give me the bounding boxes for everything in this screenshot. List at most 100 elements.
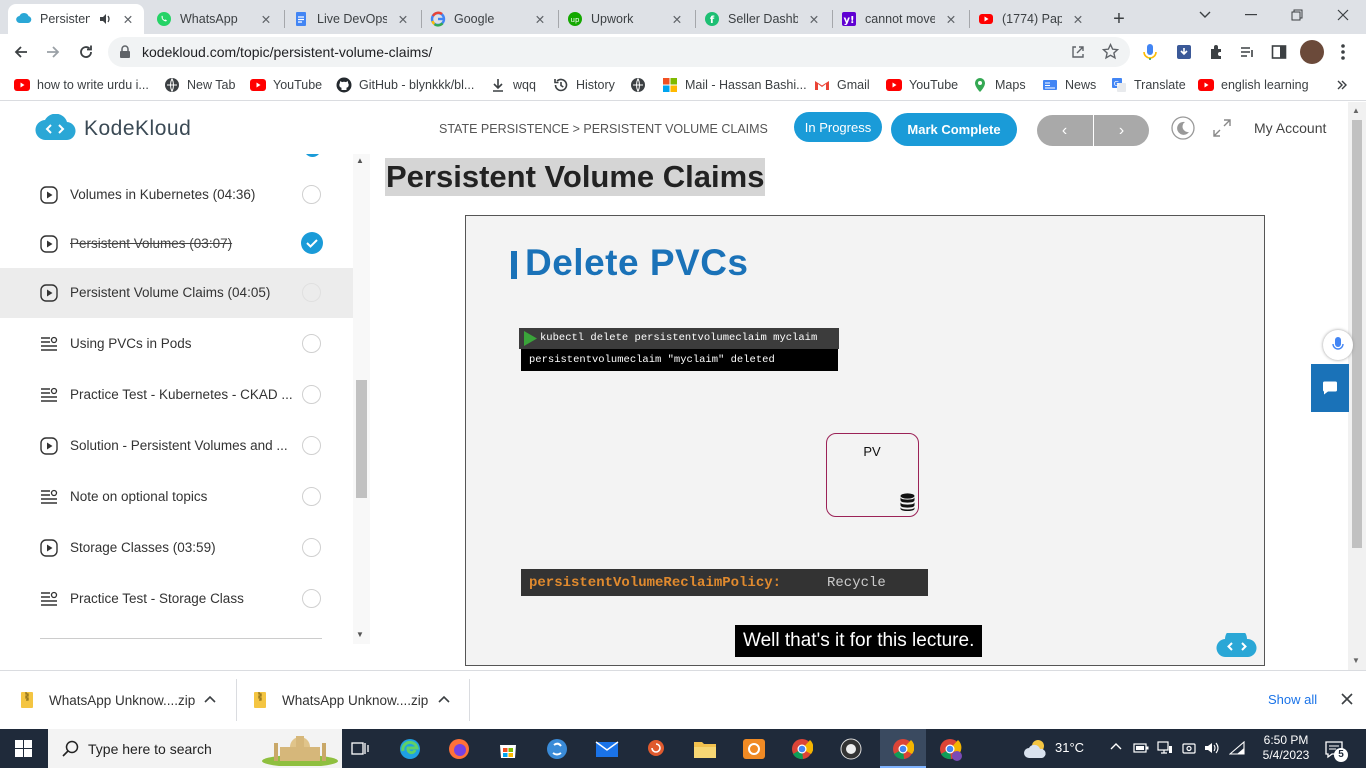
- network-icon[interactable]: [1157, 741, 1173, 755]
- bookmark-item[interactable]: english learning: [1198, 76, 1309, 94]
- close-icon[interactable]: ✕: [120, 11, 136, 27]
- download-options-chevron-icon[interactable]: [438, 695, 450, 703]
- share-icon[interactable]: [1070, 44, 1086, 60]
- sidebar-item-practice-test-storage-class[interactable]: Practice Test - Storage Class: [0, 574, 353, 623]
- close-icon[interactable]: ✕: [258, 11, 274, 27]
- forward-arrow-icon[interactable]: [38, 36, 68, 68]
- bookmark-item[interactable]: YouTube: [250, 76, 322, 94]
- show-all-downloads-link[interactable]: Show all: [1268, 692, 1317, 707]
- tab-search-chevron-icon[interactable]: [1182, 0, 1228, 30]
- completed-check-icon[interactable]: [301, 232, 323, 254]
- address-bar[interactable]: kodekloud.com/topic/persistent-volume-cl…: [108, 37, 1130, 67]
- bookmark-item[interactable]: History: [553, 76, 615, 94]
- extensions-puzzle-icon[interactable]: [1208, 44, 1224, 60]
- bookmark-item[interactable]: Mail - Hassan Bashi...: [662, 76, 807, 94]
- bookmark-star-icon[interactable]: [1102, 43, 1119, 60]
- scroll-down-arrow-icon[interactable]: ▼: [1352, 656, 1360, 665]
- sidebar-item-volumes-in-kubernetes[interactable]: Volumes in Kubernetes (04:36): [0, 170, 353, 219]
- wifi-icon[interactable]: [1229, 741, 1245, 755]
- sidebar-item-note-optional-topics[interactable]: Note on optional topics: [0, 472, 353, 521]
- voice-assistant-microphone-icon[interactable]: [1323, 330, 1353, 360]
- tab-youtube[interactable]: (1774) Papa J ✕: [970, 4, 1094, 34]
- camera-icon[interactable]: [1181, 741, 1197, 755]
- logo-text[interactable]: KodeKloud: [84, 117, 191, 141]
- menu-dots-icon[interactable]: [1336, 42, 1350, 62]
- vlc-settings-icon[interactable]: [742, 738, 766, 760]
- fullscreen-expand-icon[interactable]: [1213, 119, 1231, 137]
- minimize-icon[interactable]: [1228, 0, 1274, 30]
- edge-browser-icon[interactable]: [399, 738, 421, 760]
- task-view-icon[interactable]: [351, 740, 369, 757]
- sidebar-item-practice-test-ckad[interactable]: Practice Test - Kubernetes - CKAD ...: [0, 370, 353, 419]
- sidebar-scroll-down-icon[interactable]: ▼: [356, 630, 364, 639]
- windows-start-icon[interactable]: [15, 740, 32, 757]
- clock[interactable]: 6:50 PM 5/4/2023: [1258, 733, 1314, 763]
- lock-icon[interactable]: [119, 45, 131, 59]
- incomplete-circle[interactable]: [302, 589, 321, 608]
- incomplete-circle[interactable]: [302, 538, 321, 557]
- sidebar-item-persistent-volume-claims[interactable]: Persistent Volume Claims (04:05): [0, 268, 353, 318]
- firefox-icon[interactable]: [448, 738, 470, 760]
- sidebar-item-storage-classes[interactable]: Storage Classes (03:59): [0, 523, 353, 572]
- tab-whatsapp[interactable]: WhatsApp ✕: [148, 4, 282, 34]
- incomplete-circle[interactable]: [302, 334, 321, 353]
- bookmark-item[interactable]: how to write urdu i...: [14, 76, 149, 94]
- chrome-icon[interactable]: [791, 738, 813, 760]
- bookmark-item[interactable]: Maps: [972, 76, 1026, 94]
- bookmarks-overflow-icon[interactable]: [1336, 76, 1348, 94]
- bookmark-item[interactable]: YouTube: [886, 76, 958, 94]
- bookmark-item[interactable]: [630, 76, 653, 94]
- tab-persistent[interactable]: Persistent ✕: [8, 4, 144, 34]
- sidebar-item-persistent-volumes[interactable]: Persistent Volumes (03:07): [0, 219, 353, 268]
- sidebar-scrollbar-thumb[interactable]: [356, 380, 367, 498]
- mark-complete-button[interactable]: Mark Complete: [891, 113, 1017, 146]
- microsoft-store-icon[interactable]: [497, 738, 519, 760]
- download-extension-icon[interactable]: [1176, 44, 1192, 60]
- bookmark-item[interactable]: wqq: [490, 76, 536, 94]
- tab-upwork[interactable]: up Upwork ✕: [559, 4, 693, 34]
- incomplete-circle[interactable]: [302, 436, 321, 455]
- mail-icon[interactable]: [595, 738, 619, 760]
- close-icon[interactable]: ✕: [395, 11, 411, 27]
- volume-speaker-icon[interactable]: [1204, 741, 1220, 755]
- bookmark-item[interactable]: GitHub - blynkkk/bl...: [336, 76, 474, 94]
- hidden-icons-chevron-icon[interactable]: [1110, 742, 1122, 750]
- close-icon[interactable]: ✕: [1070, 11, 1086, 27]
- download-options-chevron-icon[interactable]: [204, 695, 216, 703]
- chat-support-icon[interactable]: [1311, 364, 1349, 412]
- close-icon[interactable]: ✕: [943, 11, 959, 27]
- close-icon[interactable]: ✕: [532, 11, 548, 27]
- page-scrollbar[interactable]: ▲ ▼: [1348, 102, 1366, 670]
- previous-lesson-button[interactable]: ‹: [1037, 115, 1092, 146]
- sidebar-scroll-up-icon[interactable]: ▲: [356, 156, 364, 165]
- incomplete-circle[interactable]: [302, 487, 321, 506]
- close-icon[interactable]: ✕: [669, 11, 685, 27]
- battery-icon[interactable]: [1133, 741, 1149, 755]
- bookmark-item[interactable]: News: [1042, 76, 1096, 94]
- weather-temperature[interactable]: 31°C: [1055, 740, 1084, 755]
- next-lesson-button[interactable]: ›: [1094, 115, 1149, 146]
- bookmark-item[interactable]: New Tab: [164, 76, 235, 94]
- speaker-icon[interactable]: [98, 12, 112, 26]
- bookmark-item[interactable]: Gmail: [814, 76, 870, 94]
- page-scrollbar-thumb[interactable]: [1352, 120, 1362, 548]
- bookmark-item[interactable]: G Translate: [1111, 76, 1186, 94]
- tab-google[interactable]: Google ✕: [422, 4, 556, 34]
- file-explorer-icon[interactable]: [693, 738, 717, 760]
- tab-cannot-move[interactable]: y! cannot move ✕: [833, 4, 967, 34]
- kodekloud-logo-icon[interactable]: [34, 114, 76, 142]
- scroll-up-arrow-icon[interactable]: ▲: [1352, 106, 1360, 115]
- close-icon[interactable]: ✕: [806, 11, 822, 27]
- profile-avatar[interactable]: [1300, 40, 1324, 64]
- side-panel-icon[interactable]: [1271, 44, 1287, 60]
- obs-recorder-icon[interactable]: [840, 738, 862, 760]
- restore-icon[interactable]: [1274, 0, 1320, 30]
- back-arrow-icon[interactable]: [6, 36, 36, 68]
- sidebar-item-using-pvcs-in-pods[interactable]: Using PVCs in Pods: [0, 319, 353, 368]
- incomplete-circle[interactable]: [302, 385, 321, 404]
- download-item-name[interactable]: WhatsApp Unknow....zip: [282, 693, 428, 708]
- my-account-link[interactable]: My Account: [1254, 120, 1326, 136]
- url-text[interactable]: kodekloud.com/topic/persistent-volume-cl…: [142, 44, 432, 60]
- sidebar-item-solution-persistent-volumes[interactable]: Solution - Persistent Volumes and ...: [0, 421, 353, 470]
- microphone-extension-icon[interactable]: [1142, 43, 1158, 61]
